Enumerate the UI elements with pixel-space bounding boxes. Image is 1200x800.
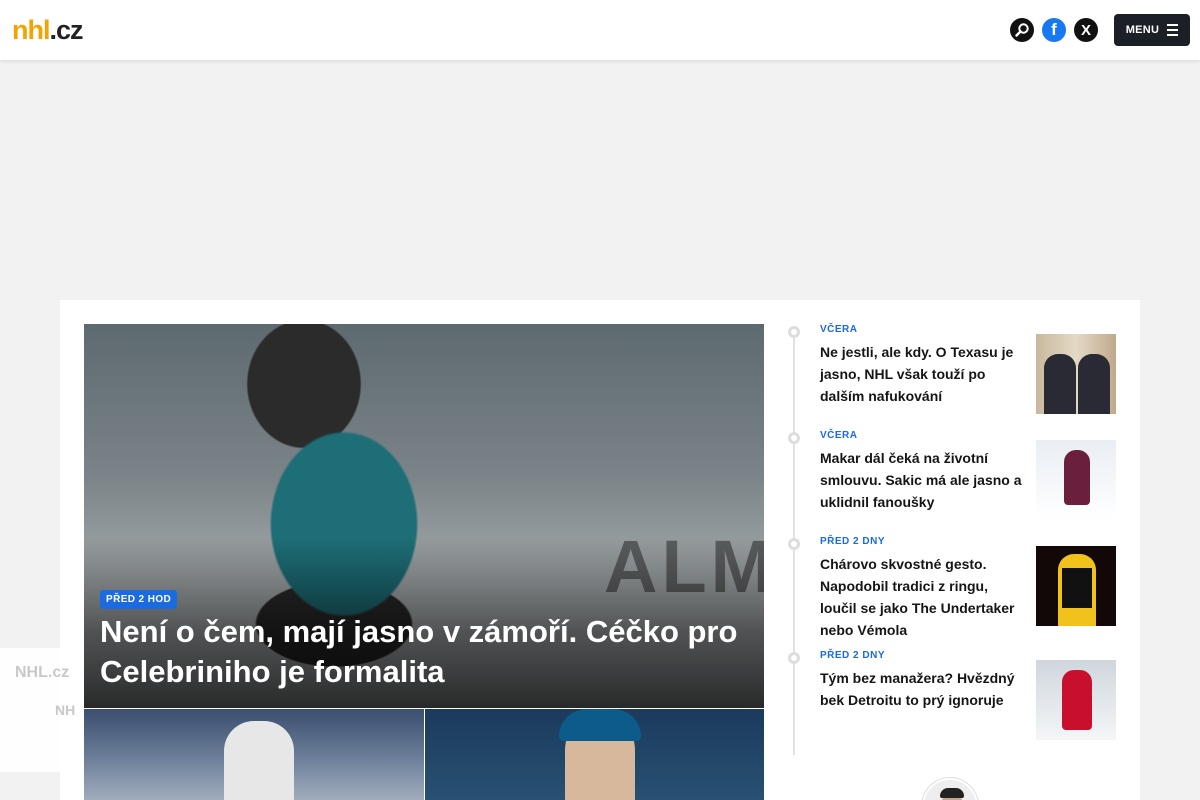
hero-article[interactable]: ALMA PŘED 2 HOD Není o čem, mají jasno v… [84, 324, 764, 708]
news-title[interactable]: Tým bez manažera? Hvězdný bek Detroitu t… [820, 667, 1026, 711]
news-time: PŘED 2 DNY [820, 536, 886, 547]
logo-part-cz: .cz [49, 15, 84, 45]
news-title[interactable]: Chárovo skvostné gesto. Napodobil tradic… [820, 553, 1026, 641]
top-navigation-bar: nhl.cz f X MENU [0, 0, 1200, 60]
facebook-icon[interactable]: f [1042, 18, 1066, 42]
thumbnail-jersey-stripe [1062, 568, 1092, 608]
search-icon-glyph [1015, 23, 1029, 37]
news-title[interactable]: Ne jestli, ale kdy. O Texasu je jasno, N… [820, 341, 1026, 407]
news-section: ALMA PŘED 2 HOD Není o čem, mají jasno v… [60, 300, 1140, 800]
logo-part-nhl: nhl [12, 15, 50, 45]
article-thumbnail-1[interactable] [84, 709, 424, 800]
news-thumbnail[interactable] [1036, 334, 1116, 414]
thumbnail-cap [559, 709, 641, 741]
hamburger-icon [1167, 24, 1179, 36]
article-thumbnail-2[interactable] [425, 709, 764, 800]
thumbnail-figure [1064, 450, 1090, 505]
news-title[interactable]: Makar dál čeká na životní smlouvu. Sakic… [820, 447, 1026, 513]
site-logo[interactable]: nhl.cz [12, 15, 84, 45]
timeline-dot [788, 432, 800, 444]
author-avatar[interactable] [922, 778, 978, 800]
x-icon[interactable]: X [1074, 18, 1098, 42]
news-thumbnail[interactable] [1036, 440, 1116, 520]
banner-text: NHL.cz [15, 664, 70, 681]
news-thumbnail[interactable] [1036, 660, 1116, 740]
avatar-hair [940, 788, 964, 798]
timeline-dot [788, 652, 800, 664]
hero-title[interactable]: Není o čem, mají jasno v zámoří. Céčko p… [100, 612, 740, 692]
x-icon-glyph: X [1080, 21, 1091, 39]
thumbnail-figure [1062, 670, 1092, 730]
facebook-icon-glyph: f [1051, 20, 1057, 39]
thumbnail-figure [1044, 354, 1076, 414]
timeline-dot [788, 326, 800, 338]
timeline-dot [788, 538, 800, 550]
search-icon[interactable] [1010, 18, 1034, 42]
menu-button-label: MENU [1125, 24, 1160, 36]
news-time: VČERA [820, 324, 858, 335]
banner-text-secondary: NH [55, 702, 76, 718]
news-thumbnail[interactable] [1036, 546, 1116, 626]
hero-time-badge: PŘED 2 HOD [100, 590, 178, 609]
menu-button[interactable]: MENU [1114, 14, 1190, 46]
thumbnail-figure [224, 721, 294, 800]
news-time: PŘED 2 DNY [820, 650, 886, 661]
consent-banner: NHL.cz NH [0, 648, 84, 772]
thumbnail-figure [1078, 354, 1110, 414]
news-time: VČERA [820, 430, 858, 441]
